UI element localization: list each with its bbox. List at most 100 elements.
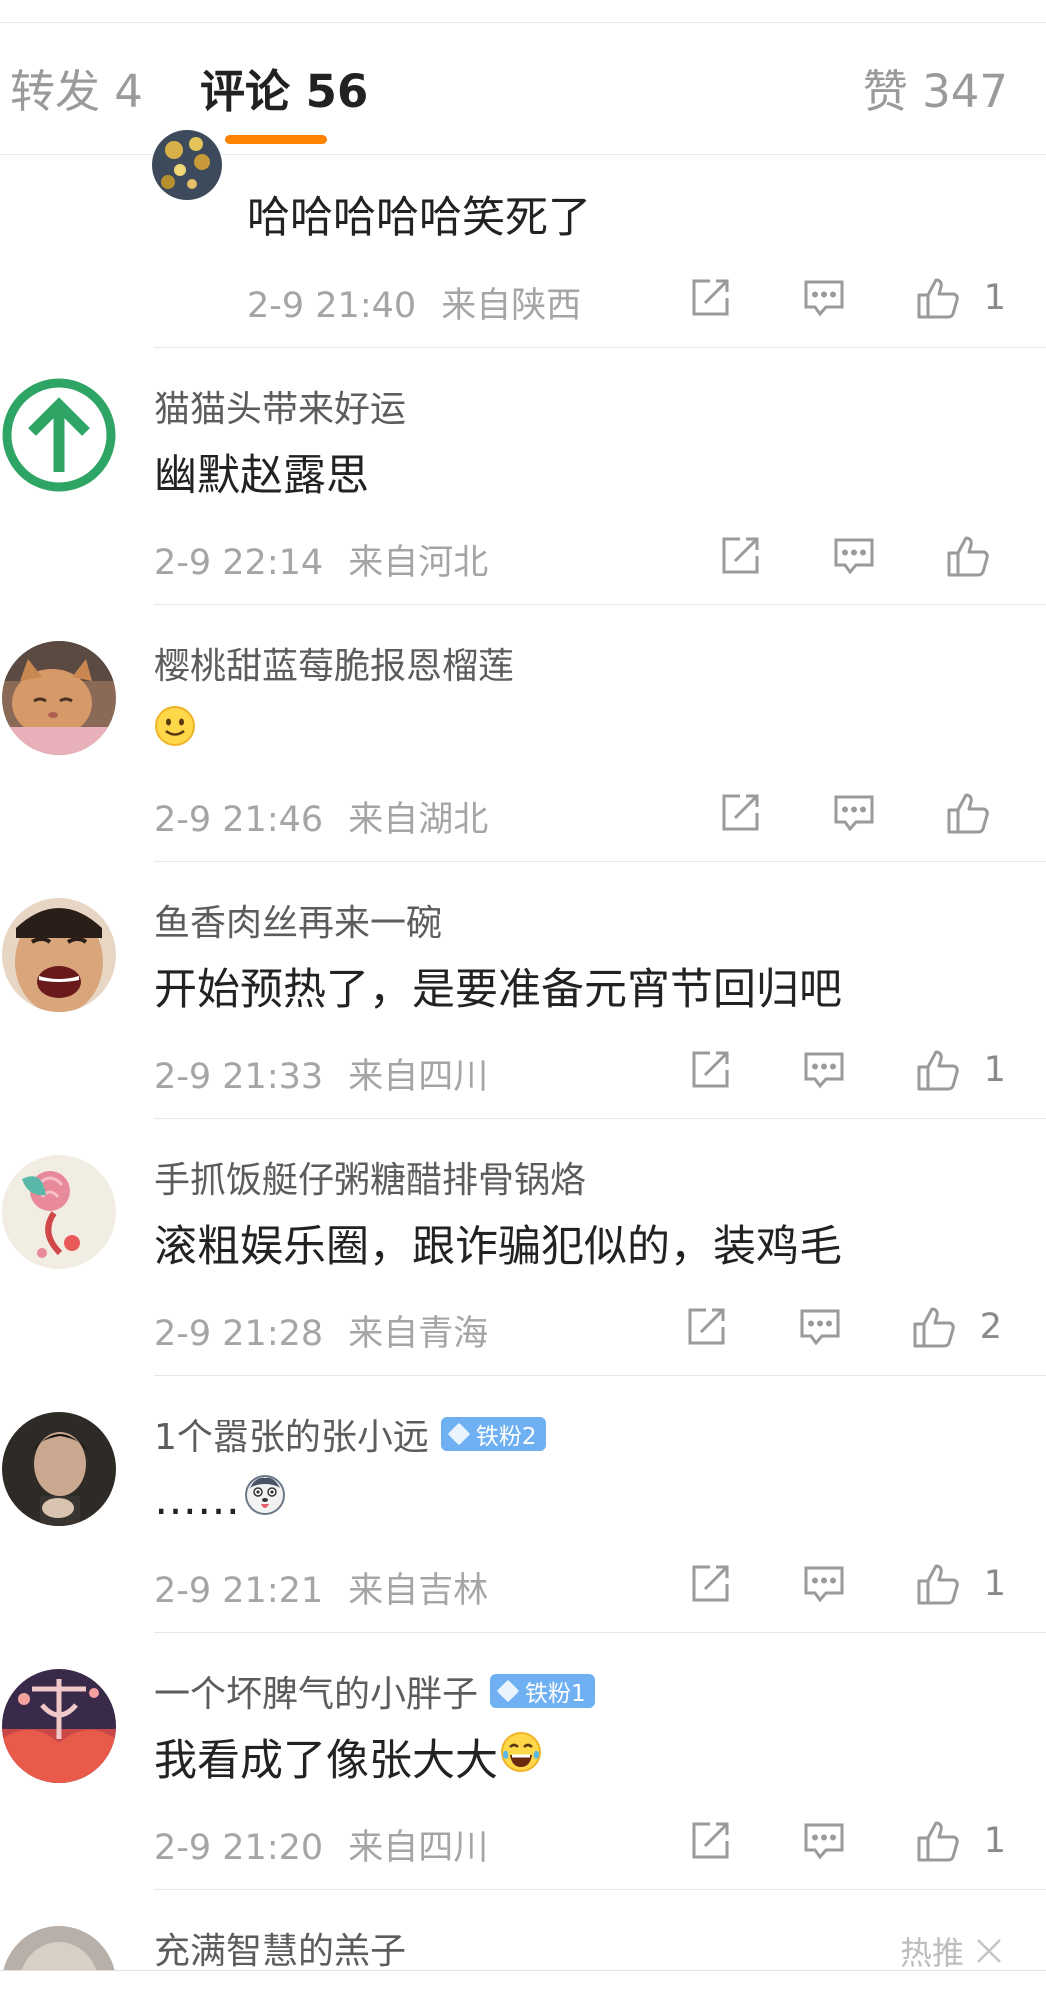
comment-location: 来自四川 — [348, 1057, 489, 1097]
repost-icon[interactable] — [680, 1554, 740, 1614]
repost-icon[interactable] — [676, 1297, 736, 1357]
comment-item: 1个嚣张的张小远 铁粉2 …… 2-9 21:21 来自吉林 1 — [0, 1376, 1046, 1632]
comment-text: 开始预热了，是要准备元宵节回归吧 — [154, 965, 842, 1015]
thumb-up-icon[interactable] — [908, 268, 968, 328]
commenter-name[interactable]: 一个坏脾气的小胖子 — [154, 1665, 478, 1717]
like-count: 1 — [983, 278, 1006, 318]
thumb-up-icon[interactable] — [908, 1554, 968, 1614]
comment-icon[interactable] — [794, 1040, 854, 1100]
comment-icon[interactable] — [794, 1554, 854, 1614]
comment-actions: 1 — [680, 1811, 1006, 1871]
thumb-up-icon[interactable] — [904, 1297, 964, 1357]
like-count: 1 — [983, 1821, 1006, 1861]
comment-item: 一个坏脾气的小胖子 铁粉1 我看成了像张大大 2-9 21:20 来自四川 1 — [0, 1633, 1046, 1889]
avatar[interactable] — [2, 641, 116, 755]
comment-meta: 2-9 21:33 来自四川 — [154, 1048, 488, 1099]
comment-meta: 2-9 21:40 来自陕西 — [247, 277, 581, 328]
comment-text-content: …… — [154, 1475, 240, 1525]
fan-badge-label: 铁粉2 — [475, 1424, 537, 1450]
comment-item: 手抓饭艇仔粥糖醋排骨锅烙 滚粗娱乐圈，跟诈骗犯似的，装鸡毛 2-9 21:28 … — [0, 1119, 1046, 1375]
commenter-name-row: 1个嚣张的张小远 铁粉2 — [154, 1410, 546, 1458]
comment-actions: 1 — [680, 268, 1006, 328]
hot-promo-tag[interactable]: 热推 — [900, 1928, 1004, 1970]
comment-text: 幽默赵露思 — [154, 451, 369, 501]
comment-meta: 2-9 22:14 来自河北 — [154, 534, 488, 585]
commenter-name-row: 猫猫头带来好运 — [154, 382, 406, 430]
fan-badge[interactable]: 铁粉2 — [440, 1417, 546, 1451]
comment-text: 哈哈哈哈哈笑死了 — [247, 193, 591, 243]
avatar[interactable] — [152, 130, 222, 200]
comment-time: 2-9 21:28 — [154, 1314, 324, 1354]
like-count: 2 — [979, 1307, 1002, 1347]
avatar[interactable] — [2, 1412, 116, 1526]
commenter-name[interactable]: 手抓饭艇仔粥糖醋排骨锅烙 — [154, 1151, 586, 1203]
commenter-name[interactable]: 樱桃甜蓝莓脆报恩榴莲 — [154, 637, 514, 689]
comment-location: 来自陕西 — [441, 286, 582, 326]
fan-badge[interactable]: 铁粉1 — [490, 1674, 595, 1708]
commenter-name[interactable]: 1个嚣张的张小远 — [154, 1408, 429, 1460]
comment-time: 2-9 21:46 — [154, 800, 324, 840]
comment-text — [154, 703, 196, 759]
comment-location: 来自吉林 — [348, 1571, 489, 1611]
comment-item: 猫猫头带来好运 幽默赵露思 2-9 22:14 来自河北 — [0, 348, 1046, 604]
thumb-up-icon[interactable] — [908, 1040, 968, 1100]
comment-meta: 2-9 21:21 来自吉林 — [154, 1562, 488, 1613]
comment-text-content: 我看成了像张大大 — [154, 1736, 498, 1786]
comment-text: 滚粗娱乐圈，跟诈骗犯似的，装鸡毛 — [154, 1222, 842, 1272]
avatar[interactable] — [2, 898, 116, 1012]
thumb-up-icon[interactable] — [938, 783, 998, 843]
comment-location: 来自四川 — [348, 1828, 489, 1868]
commenter-name-row: 充满智慧的羔子 — [154, 1924, 406, 1970]
comment-actions: 2 — [676, 1297, 1002, 1357]
commenter-name[interactable]: 鱼香肉丝再来一碗 — [154, 894, 442, 946]
thumb-up-icon[interactable] — [938, 526, 998, 586]
dog-emoji-icon — [244, 1474, 286, 1527]
tab-bar: 转发 4 评论 56 赞 347 — [0, 22, 1046, 155]
comment-location: 来自湖北 — [348, 800, 489, 840]
comment-meta: 2-9 21:28 来自青海 — [154, 1305, 488, 1356]
like-count: 1 — [983, 1564, 1006, 1604]
close-icon[interactable] — [974, 1936, 1004, 1966]
comment-time: 2-9 21:33 — [154, 1057, 324, 1097]
commenter-name[interactable]: 猫猫头带来好运 — [154, 380, 406, 432]
commenter-name[interactable]: 充满智慧的羔子 — [154, 1922, 406, 1970]
comment-meta: 2-9 21:46 来自湖北 — [154, 791, 488, 842]
commenter-name-row: 鱼香肉丝再来一碗 — [154, 896, 442, 944]
comment-actions: 1 — [680, 1040, 1006, 1100]
comment-time: 2-9 21:40 — [247, 286, 417, 326]
fan-badge-label: 铁粉1 — [525, 1681, 586, 1707]
comment-icon[interactable] — [824, 783, 884, 843]
tab-comment[interactable]: 评论 56 — [200, 62, 368, 122]
comment-time: 2-9 21:21 — [154, 1571, 324, 1611]
avatar[interactable] — [2, 1669, 116, 1783]
comment-icon[interactable] — [790, 1297, 850, 1357]
comment-icon[interactable] — [794, 1811, 854, 1871]
repost-icon[interactable] — [710, 526, 770, 586]
diamond-icon — [496, 1679, 520, 1703]
bottom-divider — [0, 1970, 1046, 1971]
tab-like[interactable]: 赞 347 — [863, 62, 1008, 122]
comment-item: 鱼香肉丝再来一碗 开始预热了，是要准备元宵节回归吧 2-9 21:33 来自四川… — [0, 862, 1046, 1118]
smile-emoji-icon — [154, 705, 196, 758]
repost-icon[interactable] — [680, 1811, 740, 1871]
comment-meta: 2-9 21:20 来自四川 — [154, 1819, 488, 1870]
comment-icon[interactable] — [794, 268, 854, 328]
comment-actions — [710, 783, 998, 843]
comment-icon[interactable] — [824, 526, 884, 586]
comment-location: 来自河北 — [348, 543, 489, 583]
tab-repost[interactable]: 转发 4 — [10, 62, 143, 122]
avatar[interactable] — [2, 378, 116, 492]
repost-icon[interactable] — [710, 783, 770, 843]
thumb-up-icon[interactable] — [908, 1811, 968, 1871]
commenter-name-row: 樱桃甜蓝莓脆报恩榴莲 — [154, 639, 514, 687]
repost-icon[interactable] — [680, 1040, 740, 1100]
commenter-name-row: 一个坏脾气的小胖子 铁粉1 — [154, 1667, 595, 1715]
comment-text: 我看成了像张大大 — [154, 1729, 542, 1786]
repost-icon[interactable] — [680, 268, 740, 328]
avatar[interactable] — [2, 1926, 116, 1970]
comment-item: 樱桃甜蓝莓脆报恩榴莲 2-9 21:46 来自湖北 — [0, 605, 1046, 861]
avatar[interactable] — [2, 1155, 116, 1269]
commenter-name-row: 手抓饭艇仔粥糖醋排骨锅烙 — [154, 1153, 586, 1201]
comment-actions — [710, 526, 998, 586]
hot-label: 热推 — [899, 1934, 964, 1970]
